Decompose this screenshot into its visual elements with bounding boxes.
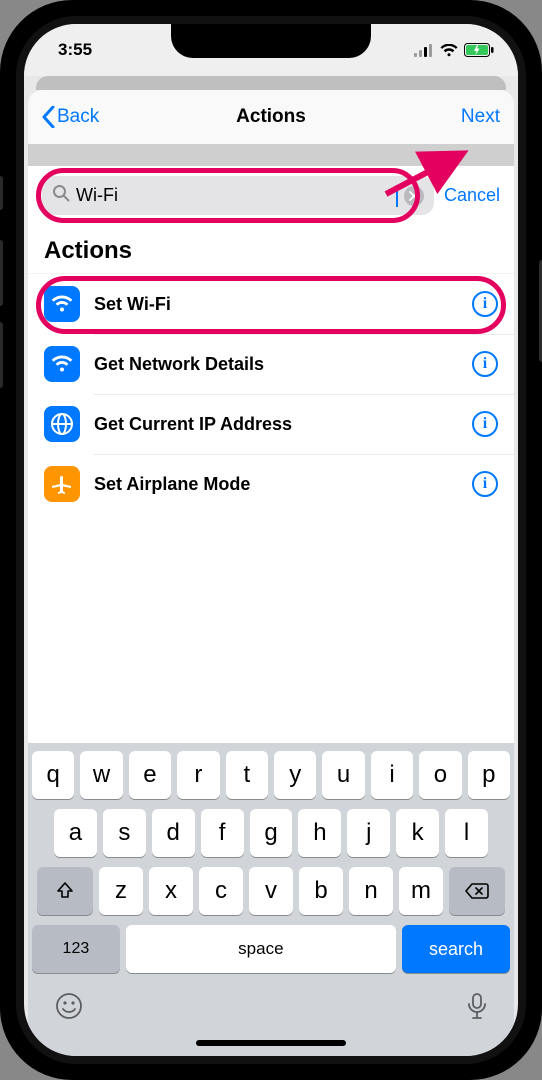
clear-search-button[interactable] [404,186,424,206]
key-g[interactable]: g [250,809,293,857]
actions-list: Set Wi-Fi i Get Network Details i Get Cu… [28,274,514,743]
key-q[interactable]: q [32,751,74,799]
key-r[interactable]: r [177,751,219,799]
wifi-icon [44,346,80,382]
action-row-ip-address[interactable]: Get Current IP Address i [28,394,514,454]
action-row-set-wifi[interactable]: Set Wi-Fi i [28,274,514,334]
key-t[interactable]: t [226,751,268,799]
numbers-key[interactable]: 123 [32,925,120,973]
key-k[interactable]: k [396,809,439,857]
volume-up-button[interactable] [0,240,3,306]
emoji-key[interactable] [54,991,84,1026]
info-button[interactable]: i [472,471,498,497]
wifi-icon [44,286,80,322]
info-button[interactable]: i [472,411,498,437]
key-f[interactable]: f [201,809,244,857]
page-title: Actions [28,106,514,128]
key-m[interactable]: m [399,867,443,915]
background-sheet [36,76,506,90]
mute-switch[interactable] [0,176,3,210]
text-caret [396,185,398,207]
shift-key[interactable] [37,867,93,915]
globe-icon [44,406,80,442]
search-field[interactable] [42,176,434,215]
chevron-left-icon [42,106,55,128]
cellular-icon [414,44,434,57]
key-y[interactable]: y [274,751,316,799]
mic-icon [466,991,488,1021]
volume-down-button[interactable] [0,322,3,388]
key-p[interactable]: p [468,751,510,799]
action-row-network-details[interactable]: Get Network Details i [28,334,514,394]
key-c[interactable]: c [199,867,243,915]
key-n[interactable]: n [349,867,393,915]
emoji-icon [54,991,84,1021]
info-button[interactable]: i [472,351,498,377]
key-a[interactable]: a [54,809,97,857]
battery-icon [464,43,494,57]
status-time: 3:55 [58,40,92,60]
cancel-search-button[interactable]: Cancel [444,185,500,206]
key-w[interactable]: w [80,751,122,799]
backspace-key[interactable] [449,867,505,915]
backspace-icon [464,881,490,901]
action-label: Set Wi-Fi [94,294,458,315]
key-i[interactable]: i [371,751,413,799]
key-l[interactable]: l [445,809,488,857]
key-o[interactable]: o [419,751,461,799]
key-z[interactable]: z [99,867,143,915]
shift-icon [55,881,75,901]
wifi-icon [440,44,458,57]
space-key[interactable]: space [126,925,396,973]
back-button[interactable]: Back [42,106,99,128]
key-e[interactable]: e [129,751,171,799]
key-s[interactable]: s [103,809,146,857]
airplane-icon [44,466,80,502]
back-label: Back [57,106,99,128]
key-b[interactable]: b [299,867,343,915]
info-button[interactable]: i [472,291,498,317]
search-row: Cancel [28,166,514,225]
search-icon [52,184,70,207]
nav-bar: Back Actions Next [28,90,514,144]
key-d[interactable]: d [152,809,195,857]
dictation-key[interactable] [466,991,488,1026]
action-row-airplane[interactable]: Set Airplane Mode i [28,454,514,514]
key-u[interactable]: u [322,751,364,799]
key-v[interactable]: v [249,867,293,915]
keyboard: qwertyuiop asdfghjkl zxcvbnm 123 space s… [28,743,514,1056]
section-header: Actions [28,225,514,274]
action-label: Set Airplane Mode [94,474,458,495]
key-h[interactable]: h [298,809,341,857]
key-x[interactable]: x [149,867,193,915]
key-j[interactable]: j [347,809,390,857]
action-label: Get Network Details [94,354,458,375]
notch [171,24,371,58]
search-key[interactable]: search [402,925,510,973]
home-indicator[interactable] [196,1040,346,1046]
next-button[interactable]: Next [461,106,500,128]
toolbar-separator [28,144,514,166]
action-label: Get Current IP Address [94,414,458,435]
search-input[interactable] [76,185,390,206]
close-icon [409,191,419,201]
